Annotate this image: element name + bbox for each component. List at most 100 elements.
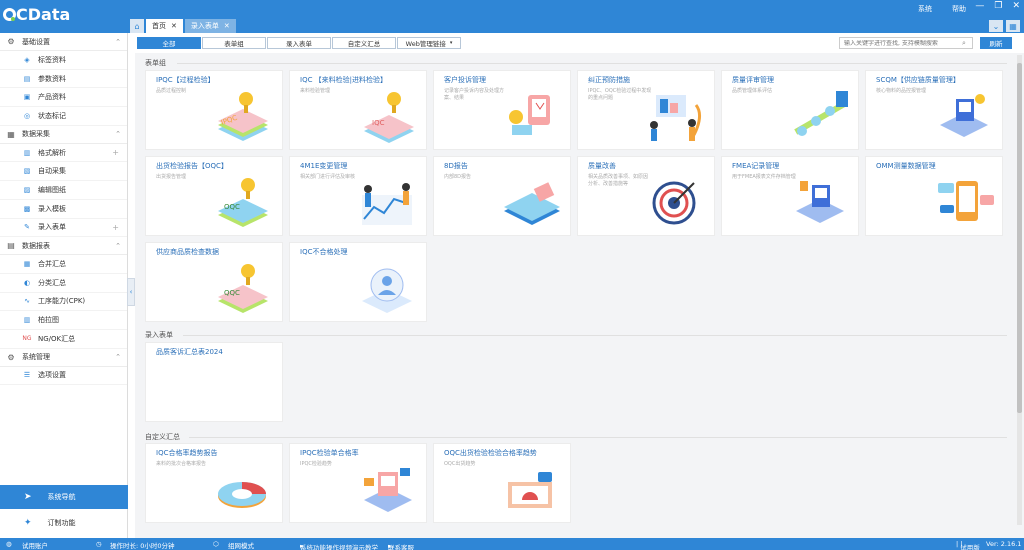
sidebar-group-basic[interactable]: ⚙ 基础设置 ⌃ [0, 33, 127, 51]
tab-home[interactable]: 首页 ✕ [146, 19, 183, 33]
merge-icon: ▦ [23, 260, 31, 269]
grid-icon[interactable]: ▦ [1006, 20, 1020, 32]
database-icon: ▦ [7, 129, 15, 139]
divider [189, 437, 1007, 438]
sidebar-group-collect[interactable]: ▦ 数据采集 ⌃ [0, 126, 127, 144]
custom-label: 订制功能 [47, 519, 76, 527]
sidebar-item-format[interactable]: ▥ 格式解析 + [0, 144, 127, 163]
menu-system[interactable]: 系统 [918, 4, 932, 14]
sidebar-group-system[interactable]: ⚙ 系统管理 ⌃ [0, 349, 127, 367]
minimize-icon[interactable]: — [975, 1, 984, 11]
sidebar-item-template[interactable]: ▩ 录入模板 [0, 200, 127, 219]
tab-entry-form[interactable]: 录入表单 ✕ [184, 19, 236, 33]
card-title: 纠正预防措施 [588, 76, 630, 84]
card-form-group[interactable]: 供应商品质检查数据 QQC [145, 242, 283, 322]
card-form-group[interactable]: 出货检验报告【OQC】 出货报告管理 OQC [145, 156, 283, 236]
divider [177, 63, 1007, 64]
card-custom-summary[interactable]: IPQC检验单合格率 IPQC检验趋势 [289, 443, 427, 523]
sidebar-item-auto[interactable]: ▧ 自动采集 [0, 162, 127, 182]
illustration-icon [508, 472, 552, 508]
caret-down-icon: ▾ [449, 40, 453, 46]
card-title: 客户投诉管理 [444, 76, 486, 84]
menu-help[interactable]: 帮助 [952, 4, 966, 14]
filter-group-button[interactable]: 表单组 [202, 37, 266, 49]
illustration-icon [794, 91, 848, 136]
sidebar-item-cpk[interactable]: ∿ 工序能力(CPK) [0, 293, 127, 312]
illustration-icon [509, 95, 550, 135]
search-icon[interactable]: ⌕ [962, 39, 966, 48]
status-bar: ◍ 试用账户 ◷ 操作时长: 0小时0分钟 ⬡ 组网模式 ▸ 系统功能操作视频演… [0, 538, 1024, 550]
chevron-up-icon: ⌃ [115, 130, 121, 139]
card-form-group[interactable]: SCQM【供应链质量管理】 核心物料的品控报管理 [865, 70, 1003, 150]
card-form-group[interactable]: 8D报告 内部8D报告 [433, 156, 571, 236]
plus-icon[interactable]: + [112, 148, 119, 157]
item-label: 录入模板 [38, 204, 66, 213]
item-label: 录入表单 [38, 223, 66, 232]
item-label: 合并汇总 [38, 260, 66, 269]
refresh-button[interactable]: 刷新 [980, 37, 1012, 49]
sidebar-item-drawing[interactable]: ▨ 编辑图纸 [0, 181, 127, 200]
tab-label: 首页 [152, 22, 166, 30]
sidebar-item-params[interactable]: ▤ 参数资料 [0, 70, 127, 89]
card-custom-summary[interactable]: OQC出货检验检验合格率趋势 OQC出货趋势 [433, 443, 571, 523]
search-box[interactable]: ⌕ [839, 37, 973, 49]
custom-function-button[interactable]: ✦ 订制功能 [0, 511, 128, 535]
card-form-group[interactable]: 客户投诉管理 记录客户投诉内容及处理方案、结果 [433, 70, 571, 150]
filter-summary-button[interactable]: 自定义汇总 [332, 37, 396, 49]
item-label: 分类汇总 [38, 278, 66, 287]
card-entry-form[interactable]: 品质客诉汇总表2024 [145, 342, 283, 422]
sidebar-item-options[interactable]: ☰ 选项设置 [0, 367, 127, 386]
scrollbar-thumb[interactable] [1017, 63, 1022, 413]
home-tab-icon[interactable]: ⌂ [130, 19, 144, 33]
pareto-icon: ▥ [23, 316, 31, 325]
card-form-group[interactable]: 纠正预防措施 IPQC、OQC检验过程中发现的重点问题 [577, 70, 715, 150]
close-icon[interactable]: ✕ [171, 22, 177, 30]
sidebar-item-classify[interactable]: ◐ 分类汇总 [0, 274, 127, 293]
chevron-down-icon[interactable]: ⌄ [989, 20, 1003, 32]
card-form-group[interactable]: OMM测量数据管理 [865, 156, 1003, 236]
card-form-group[interactable]: 质量评审管理 品质管理体系评估 [721, 70, 859, 150]
wrench-icon: ✦ [24, 518, 32, 528]
sidebar-item-products[interactable]: ▣ 产品资料 [0, 88, 127, 108]
card-title: IPQC检验单合格率 [300, 449, 359, 457]
sidebar-item-tags[interactable]: ◈ 标签资料 [0, 51, 127, 70]
version-label: Ver: 2.16.1 [986, 540, 1022, 548]
sidebar-item-pareto[interactable]: ▥ 柏拉图 [0, 311, 127, 330]
card-form-group[interactable]: IPQC【过程检验】 品质过程控制 IPQC [145, 70, 283, 150]
tag-icon: ◈ [24, 55, 30, 64]
card-form-group[interactable]: IQC不合格处理 [289, 242, 427, 322]
sidebar-group-report[interactable]: ▤ 数据报表 ⌃ [0, 237, 127, 256]
card-title: 8D报告 [444, 162, 468, 170]
card-title: OMM测量数据管理 [876, 162, 936, 170]
cpk-icon: ∿ [24, 297, 30, 306]
restore-icon[interactable]: ❐ [994, 1, 1002, 11]
card-title: IQC 【来料检验|进料检验】 [300, 76, 388, 84]
search-input[interactable] [844, 39, 962, 47]
gear-icon: ⚙ [7, 37, 15, 46]
filter-entry-button[interactable]: 录入表单 [267, 37, 331, 49]
system-nav-button[interactable]: ➤ 系统导航 [0, 485, 128, 509]
filter-all-button[interactable]: 全部 [137, 37, 201, 49]
card-form-group[interactable]: IQC 【来料检验|进料检验】 来料检验管理 IQC [289, 70, 427, 150]
vertical-scrollbar[interactable] [1017, 55, 1022, 525]
card-title: 质量评审管理 [732, 76, 774, 84]
sidebar-item-merge[interactable]: ▦ 合并汇总 [0, 255, 127, 274]
card-form-group[interactable]: 质量改善 相关品质改善事项、如原因分析、改善措施等 [577, 156, 715, 236]
plus-icon[interactable]: + [112, 223, 119, 232]
sidebar-item-ngok[interactable]: NG NG/OK汇总 [0, 330, 127, 349]
card-custom-summary[interactable]: IQC合格率趋势报告 来料的批次合格率报告 [145, 443, 283, 523]
card-form-group[interactable]: 4M1E变更管理 相关部门进行评估及审核 [289, 156, 427, 236]
close-icon[interactable]: ✕ [224, 22, 230, 30]
item-label: 自动采集 [38, 167, 66, 176]
card-form-group[interactable]: FMEA记录管理 用于FMEA报表文件存档管理 [721, 156, 859, 236]
list-icon: ▤ [23, 74, 31, 83]
close-icon[interactable]: ✕ [1012, 1, 1020, 11]
section-title-form-group: 表单组 [145, 59, 166, 67]
filter-web-button[interactable]: Web管理链接 ▾ [397, 37, 461, 49]
sidebar-item-form[interactable]: ✎ 录入表单 + [0, 219, 127, 238]
card-title: 供应商品质检查数据 [156, 248, 219, 256]
sidebar-item-status[interactable]: ◎ 状态标记 [0, 107, 127, 126]
card-title: IQC不合格处理 [300, 248, 348, 256]
sidebar-collapse-icon[interactable]: ‹ [127, 278, 135, 306]
form-icon: ✎ [24, 223, 30, 232]
